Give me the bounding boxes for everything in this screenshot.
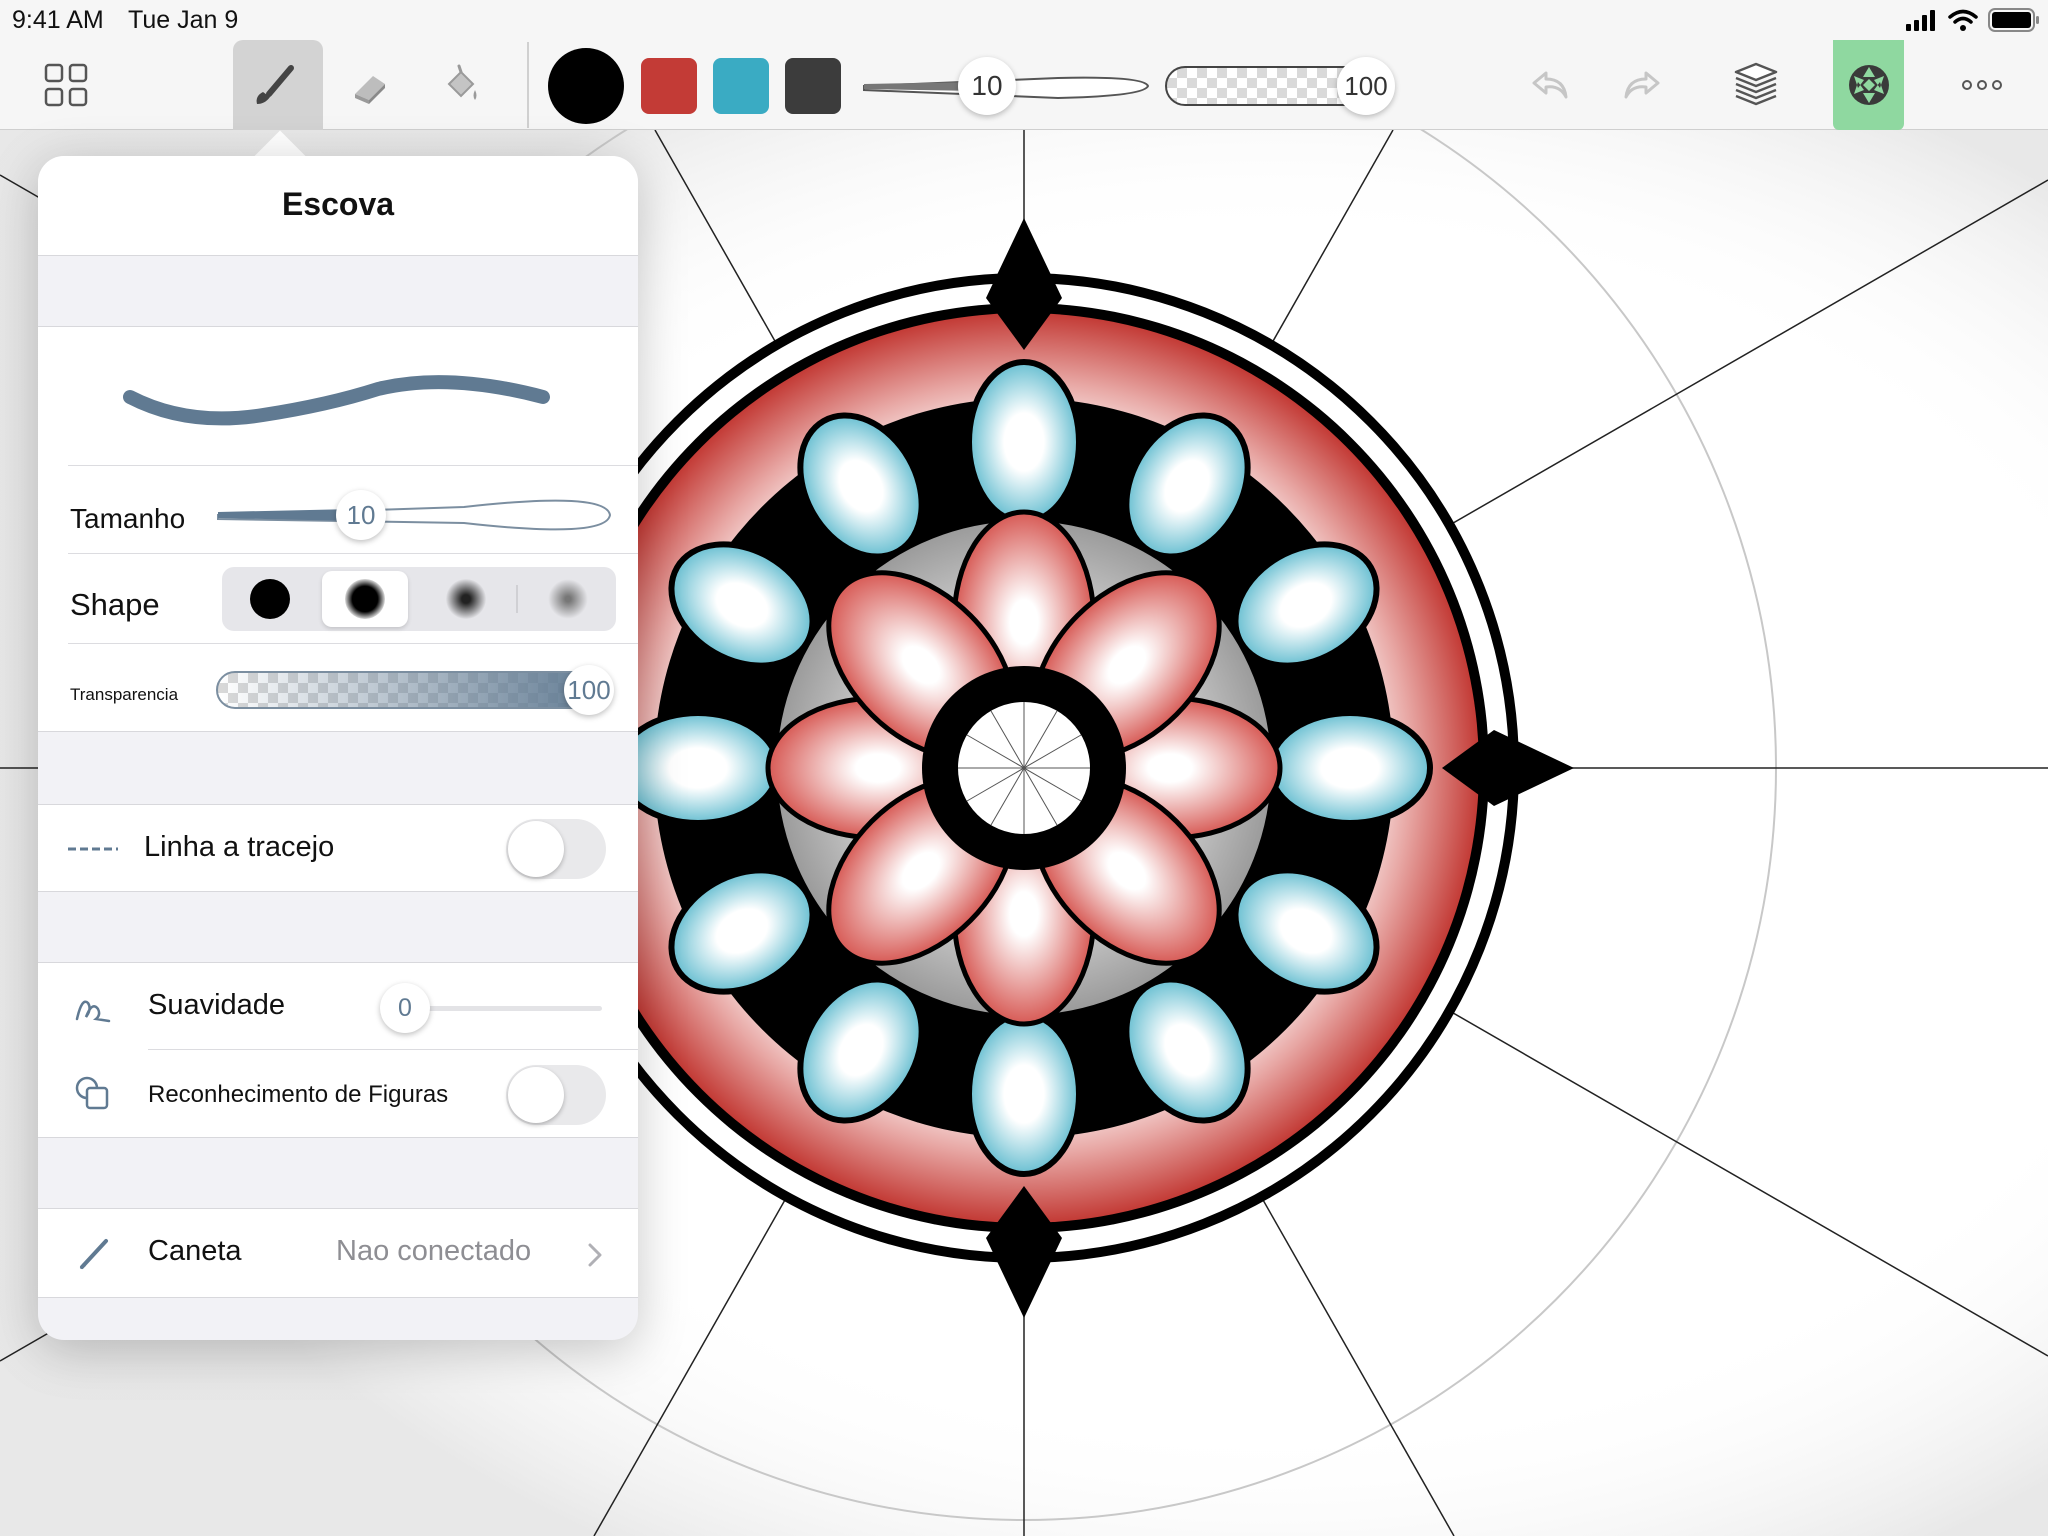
- brush-settings-panel: Escova Tamanho 10 Shape Transparencia 10…: [38, 156, 638, 1340]
- pen-status: Nao conectado: [336, 1235, 532, 1267]
- row-divider: [148, 1049, 638, 1050]
- opacity-track-fill: [218, 673, 604, 707]
- status-time: 9:41 AM: [12, 6, 104, 34]
- size-slider[interactable]: 10: [214, 487, 616, 543]
- shape-recognition-icon: [75, 1076, 109, 1110]
- panel-header: Escova: [38, 156, 638, 256]
- opacity-label: Transparencia: [70, 685, 179, 704]
- squiggle-icon: [75, 1000, 111, 1023]
- toggle-knob: [508, 1067, 564, 1123]
- shape-option-medium[interactable]: [322, 571, 408, 627]
- opacity-track: [216, 671, 606, 709]
- size-slider-handle[interactable]: 10: [336, 490, 386, 540]
- color-swatch-dark[interactable]: [785, 58, 841, 114]
- size-slider-shape: [217, 499, 612, 531]
- symmetry-icon: [1848, 65, 1889, 105]
- shape-recognition-toggle[interactable]: [506, 1065, 606, 1125]
- opacity-slider-value: 100: [1344, 70, 1388, 101]
- grid-icon: [44, 63, 88, 107]
- brush-preview-stroke: [123, 375, 550, 426]
- shape-option-hard[interactable]: [222, 567, 318, 631]
- size-handle-value: 10: [346, 499, 376, 530]
- smoothing-value: 0: [398, 993, 412, 1022]
- more-icon: [1962, 80, 2002, 90]
- gallery-button[interactable]: [36, 60, 96, 110]
- soft-dot-icon: [446, 579, 486, 619]
- eraser-tool-button[interactable]: [340, 55, 400, 115]
- airbrush-dot-icon: [548, 579, 588, 619]
- smoothing-handle[interactable]: 0: [380, 983, 430, 1033]
- size-label: Tamanho: [70, 503, 186, 534]
- pen-label: Caneta: [148, 1235, 242, 1267]
- layers-icon: [1734, 62, 1778, 106]
- color-swatch-teal[interactable]: [713, 58, 769, 114]
- color-swatch-red[interactable]: [641, 58, 697, 114]
- dashed-line-section: Linha a tracejo: [38, 804, 638, 892]
- shape-option-airbrush[interactable]: [520, 567, 616, 631]
- size-slider-thumb[interactable]: 10: [958, 57, 1016, 115]
- cellular-signal-icon: [1906, 10, 1935, 31]
- status-date: Tue Jan 9: [128, 6, 239, 34]
- wifi-icon: [1948, 9, 1978, 31]
- opacity-handle[interactable]: 100: [564, 665, 614, 715]
- brush-section: Tamanho 10 Shape Transparencia 100: [38, 326, 638, 732]
- brush-tool-button[interactable]: [233, 40, 323, 130]
- redo-button[interactable]: [1614, 60, 1670, 110]
- toolbar-divider: [527, 42, 529, 128]
- toolbar-size-slider[interactable]: 10: [858, 57, 1152, 115]
- toolbar: 10 100: [0, 40, 2048, 130]
- smoothing-track: [400, 1006, 602, 1011]
- row-divider: [68, 465, 638, 466]
- status-bar: 9:41 AM Tue Jan 9: [0, 0, 2048, 40]
- undo-button[interactable]: [1522, 60, 1578, 110]
- eraser-icon: [355, 76, 385, 104]
- symmetry-button[interactable]: [1833, 40, 1904, 130]
- shape-segmented-control: [222, 567, 616, 631]
- row-divider: [68, 553, 638, 554]
- shape-option-separator: [516, 585, 518, 613]
- smoothing-label: Suavidade: [148, 989, 286, 1021]
- shape-option-soft[interactable]: [418, 567, 514, 631]
- pencil-icon: [80, 1239, 108, 1269]
- status-icons: [1906, 6, 2040, 34]
- color-swatch-black[interactable]: [548, 48, 624, 124]
- redo-icon: [1624, 71, 1660, 99]
- size-slider-value: 10: [971, 70, 1003, 101]
- paint-bucket-icon: [447, 64, 477, 100]
- dashed-line-label: Linha a tracejo: [144, 831, 335, 863]
- row-divider: [68, 643, 638, 644]
- shape-label: Shape: [70, 587, 160, 622]
- hard-dot-icon: [250, 579, 290, 619]
- dashed-line-toggle[interactable]: [506, 819, 606, 879]
- panel-title: Escova: [281, 186, 395, 222]
- opacity-handle-value: 100: [567, 674, 611, 705]
- dashed-line-icon: [68, 847, 118, 851]
- medium-dot-icon: [345, 579, 385, 619]
- chevron-right-icon: [588, 1243, 602, 1267]
- more-button[interactable]: [1958, 65, 2006, 105]
- toolbar-opacity-slider[interactable]: 100: [1163, 57, 1395, 115]
- battery-icon: [1988, 8, 2039, 32]
- smoothing-section: Suavidade 0 Reconhecimento de Figuras: [38, 962, 638, 1138]
- fill-tool-button[interactable]: [432, 55, 492, 115]
- undo-icon: [1532, 71, 1568, 99]
- smoothing-slider[interactable]: 0: [380, 981, 616, 1035]
- layers-button[interactable]: [1726, 56, 1786, 114]
- opacity-slider[interactable]: 100: [216, 663, 616, 717]
- pen-section[interactable]: Caneta Nao conectado: [38, 1208, 638, 1298]
- shape-recognition-label: Reconhecimento de Figuras: [148, 1081, 449, 1108]
- opacity-slider-thumb[interactable]: 100: [1337, 57, 1395, 115]
- toggle-knob: [508, 821, 564, 877]
- brush-icon: [256, 65, 294, 104]
